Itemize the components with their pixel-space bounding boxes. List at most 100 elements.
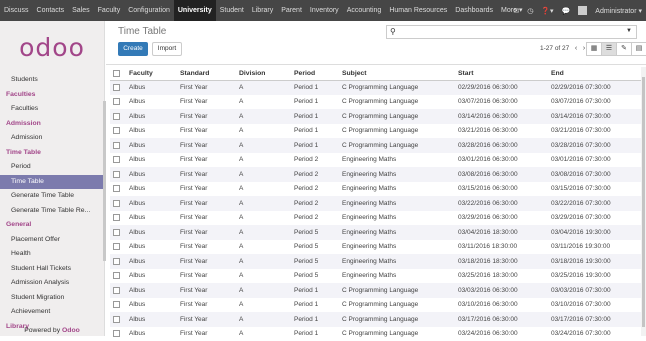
form-view-icon[interactable]: ✎ xyxy=(616,42,632,56)
column-header[interactable]: Start xyxy=(455,67,548,80)
table-row[interactable]: AlbusFirst YearAPeriod 1C Programming La… xyxy=(110,109,642,124)
row-checkbox[interactable] xyxy=(113,330,120,337)
row-checkbox[interactable] xyxy=(113,113,120,120)
row-checkbox[interactable] xyxy=(113,243,120,250)
table-row[interactable]: AlbusFirst YearAPeriod 2Engineering Math… xyxy=(110,196,642,211)
clock-icon[interactable]: ◷ xyxy=(527,7,533,15)
sidebar-item[interactable]: Time Table xyxy=(0,175,104,190)
table-row[interactable]: AlbusFirst YearAPeriod 2Engineering Math… xyxy=(110,211,642,226)
table-cell: 02/29/2016 07:30:00 xyxy=(548,80,642,95)
table-row[interactable]: AlbusFirst YearAPeriod 2Engineering Math… xyxy=(110,153,642,168)
menu-item[interactable]: Faculty xyxy=(94,0,125,21)
row-checkbox[interactable] xyxy=(113,287,120,294)
menu-item[interactable]: Parent xyxy=(277,0,306,21)
table-row[interactable]: AlbusFirst YearAPeriod 1C Programming La… xyxy=(110,327,642,341)
column-header[interactable]: Subject xyxy=(339,67,455,80)
menu-item[interactable]: University xyxy=(174,0,216,21)
list-view-icon[interactable]: ☰ xyxy=(601,42,617,56)
select-all-checkbox[interactable] xyxy=(113,70,120,77)
avatar[interactable] xyxy=(578,6,587,15)
sidebar-item[interactable]: Generate Time Table xyxy=(0,189,104,204)
table-cell: Period 2 xyxy=(291,211,339,226)
menu-item[interactable]: Inventory xyxy=(306,0,343,21)
sidebar-item[interactable]: Health xyxy=(0,247,104,262)
table-row[interactable]: AlbusFirst YearAPeriod 5Engineering Math… xyxy=(110,254,642,269)
list-scrollbar[interactable] xyxy=(641,67,646,336)
table-cell: Period 1 xyxy=(291,95,339,110)
table-cell: 03/21/2016 07:30:00 xyxy=(548,124,642,139)
sidebar-item[interactable]: Achievement xyxy=(0,305,104,320)
sidebar-item[interactable]: Faculties xyxy=(0,102,104,117)
menu-item[interactable]: Accounting xyxy=(343,0,386,21)
row-checkbox[interactable] xyxy=(113,156,120,163)
help-icon[interactable]: ❓▾ xyxy=(541,7,553,15)
kanban-view-icon[interactable]: ▦ xyxy=(586,42,602,56)
column-header[interactable]: Standard xyxy=(177,67,236,80)
row-checkbox[interactable] xyxy=(113,185,120,192)
menu-item[interactable]: Student xyxy=(216,0,248,21)
sidebar-item[interactable]: Admission xyxy=(0,131,104,146)
menu-item[interactable]: Library xyxy=(248,0,277,21)
row-checkbox[interactable] xyxy=(113,127,120,134)
table-row[interactable]: AlbusFirst YearAPeriod 1C Programming La… xyxy=(110,80,642,95)
menu-item[interactable]: Human Resources xyxy=(385,0,451,21)
row-checkbox[interactable] xyxy=(113,171,120,178)
row-checkbox[interactable] xyxy=(113,98,120,105)
search-input[interactable]: ⚲ ▼ xyxy=(386,25,637,39)
table-row[interactable]: AlbusFirst YearAPeriod 1C Programming La… xyxy=(110,138,642,153)
chat-icon[interactable]: 💬 xyxy=(562,7,571,15)
table-cell: Period 1 xyxy=(291,283,339,298)
sidebar-item[interactable]: Student Migration xyxy=(0,291,104,306)
pager-previous-icon[interactable]: ‹ xyxy=(572,43,580,55)
pager-value[interactable]: 1-27 of 27 xyxy=(540,45,569,52)
menu-item[interactable]: Discuss xyxy=(0,0,33,21)
table-row[interactable]: AlbusFirst YearAPeriod 1C Programming La… xyxy=(110,124,642,139)
calendar-view-icon[interactable]: ▤ xyxy=(631,42,646,56)
scrollbar-thumb[interactable] xyxy=(642,77,645,327)
column-header[interactable]: End xyxy=(548,67,642,80)
sidebar-item[interactable]: Student Hall Tickets xyxy=(0,262,104,277)
menu-item[interactable]: Sales xyxy=(68,0,94,21)
table-row[interactable]: AlbusFirst YearAPeriod 1C Programming La… xyxy=(110,283,642,298)
table-row[interactable]: AlbusFirst YearAPeriod 1C Programming La… xyxy=(110,298,642,313)
sidebar-item[interactable]: Placement Offer xyxy=(0,233,104,248)
column-header[interactable]: Faculty xyxy=(126,67,177,80)
sidebar-item[interactable]: Period xyxy=(0,160,104,175)
chevron-down-icon[interactable]: ▼ xyxy=(626,28,632,34)
menu-item[interactable]: Configuration xyxy=(124,0,174,21)
powered-by: Powered by Odoo xyxy=(0,327,104,334)
table-cell: C Programming Language xyxy=(339,327,455,341)
menu-item[interactable]: Dashboards xyxy=(451,0,497,21)
messages-icon[interactable]: ✉ xyxy=(513,7,519,15)
row-checkbox[interactable] xyxy=(113,200,120,207)
powered-by-brand[interactable]: Odoo xyxy=(62,327,80,334)
odoo-logo[interactable]: odoo xyxy=(0,21,104,73)
page-title[interactable]: Time Table xyxy=(118,26,166,37)
table-cell: 03/03/2016 06:30:00 xyxy=(455,283,548,298)
table-row[interactable]: AlbusFirst YearAPeriod 5Engineering Math… xyxy=(110,240,642,255)
row-checkbox[interactable] xyxy=(113,229,120,236)
row-checkbox[interactable] xyxy=(113,214,120,221)
import-button[interactable]: Import xyxy=(152,42,182,56)
sidebar-item[interactable]: Admission Analysis xyxy=(0,276,104,291)
table-row[interactable]: AlbusFirst YearAPeriod 2Engineering Math… xyxy=(110,167,642,182)
table-row[interactable]: AlbusFirst YearAPeriod 1C Programming La… xyxy=(110,95,642,110)
row-checkbox[interactable] xyxy=(113,316,120,323)
create-button[interactable]: Create xyxy=(118,42,148,56)
row-checkbox[interactable] xyxy=(113,301,120,308)
sidebar-item[interactable]: Generate Time Table Re... xyxy=(0,204,104,219)
sidebar-item[interactable]: Students xyxy=(0,73,104,88)
column-header[interactable]: Division xyxy=(236,67,291,80)
menu-item[interactable]: Contacts xyxy=(33,0,69,21)
table-row[interactable]: AlbusFirst YearAPeriod 2Engineering Math… xyxy=(110,182,642,197)
row-checkbox[interactable] xyxy=(113,272,120,279)
table-row[interactable]: AlbusFirst YearAPeriod 5Engineering Math… xyxy=(110,225,642,240)
column-header[interactable]: Period xyxy=(291,67,339,80)
user-menu[interactable]: Administrator ▾ xyxy=(595,7,642,15)
table-row[interactable]: AlbusFirst YearAPeriod 1C Programming La… xyxy=(110,312,642,327)
row-checkbox[interactable] xyxy=(113,142,120,149)
table-row[interactable]: AlbusFirst YearAPeriod 5Engineering Math… xyxy=(110,269,642,284)
row-checkbox[interactable] xyxy=(113,84,120,91)
table-cell: First Year xyxy=(177,167,236,182)
row-checkbox[interactable] xyxy=(113,258,120,265)
